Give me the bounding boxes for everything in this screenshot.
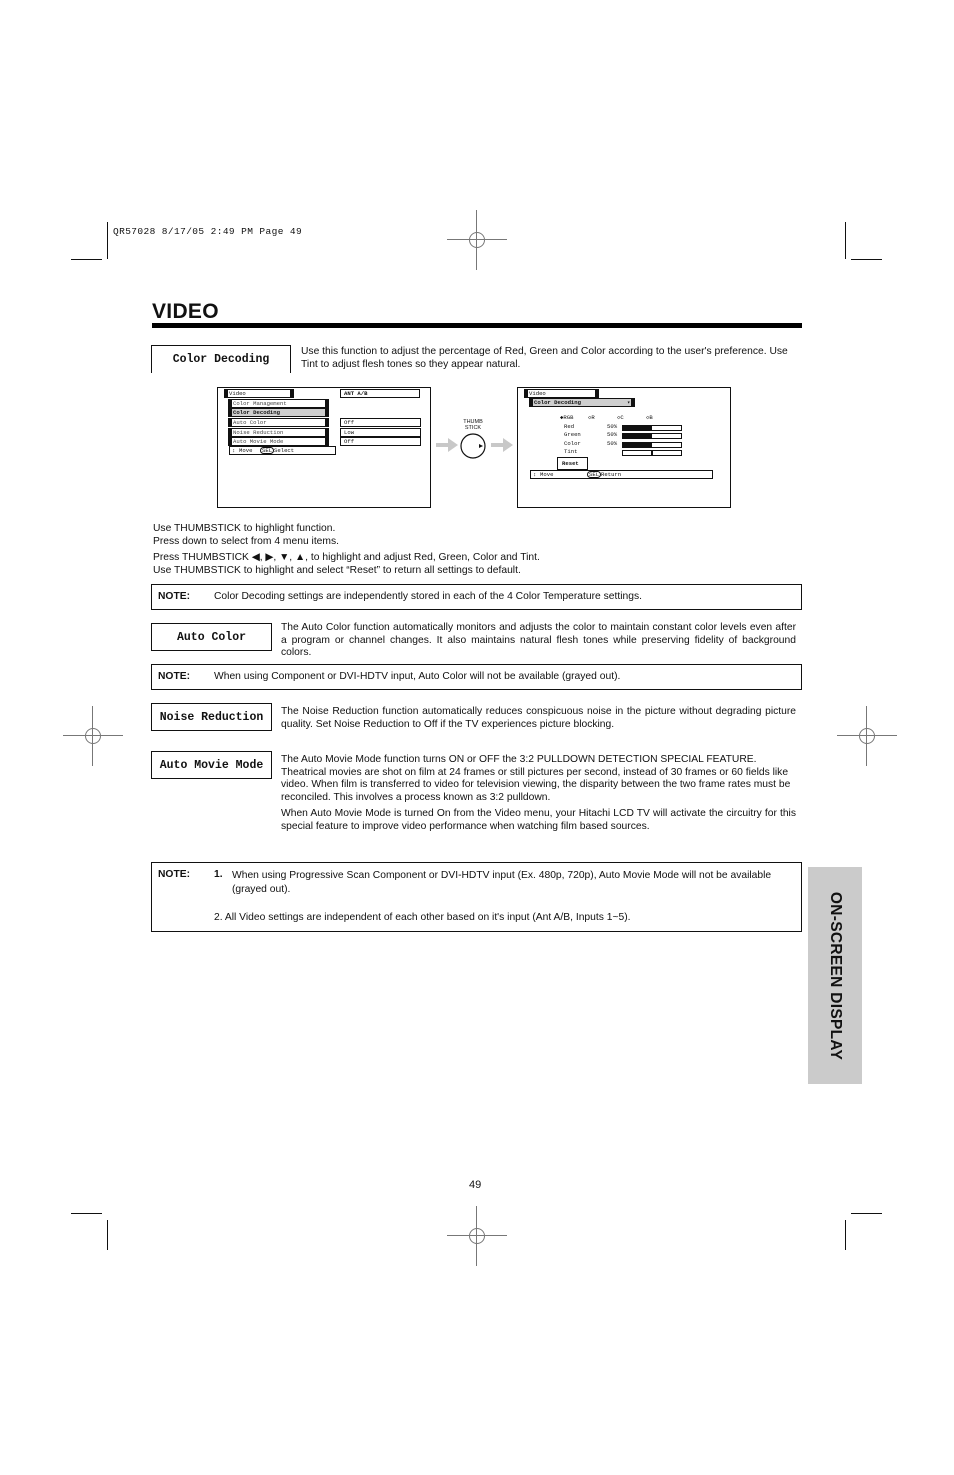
note-color-decoding: NOTE: Color Decoding settings are indepe… [151, 584, 802, 610]
instruction-line: Press THUMBSTICK ◀, ▶, ▼, ▲, to highligh… [153, 552, 540, 563]
crop-mark [107, 222, 108, 259]
registration-mark-icon [63, 706, 123, 766]
osd-color-decoding-menu: Video Color Decoding ▾ ◆RGB ◇R ◇C ◇B Red… [517, 387, 731, 508]
page-title: VIDEO [152, 300, 219, 323]
slider-label-green: Green [564, 431, 581, 438]
noise-reduction-description: The Noise Reduction function automatical… [281, 706, 796, 730]
osd-video-menu: Video ANT A/B Color Management Color Dec… [217, 387, 431, 508]
title-rule [152, 323, 802, 328]
auto-movie-mode-label: Auto Movie Mode [151, 751, 272, 779]
crop-mark [845, 222, 846, 259]
print-slug: QR57028 8/17/05 2:49 PM Page 49 [113, 226, 303, 237]
slider-label-color: Color [564, 440, 581, 447]
note-auto-movie-mode: NOTE: 1. When using Progressive Scan Com… [151, 862, 802, 932]
slider-green[interactable] [622, 433, 682, 439]
slider-tint[interactable] [622, 450, 682, 456]
arrow-right-icon [491, 438, 513, 452]
note-auto-color: NOTE: When using Component or DVI-HDTV i… [151, 664, 802, 690]
color-decoding-label: Color Decoding [151, 345, 291, 373]
dropdown-arrow-icon: ▾ [627, 399, 631, 406]
instruction-line: Use THUMBSTICK to highlight function. [153, 523, 336, 534]
mode-radio-c[interactable]: ◇C [617, 414, 624, 421]
slider-red[interactable] [622, 425, 682, 431]
instruction-line: Use THUMBSTICK to highlight and select “… [153, 565, 521, 576]
mode-radio-rgb[interactable]: ◆RGB [560, 414, 573, 421]
auto-color-description: The Auto Color function automatically mo… [281, 622, 796, 659]
osd-hint-bar: ↕ Move SEL Return [530, 470, 713, 479]
osd-menu-item[interactable]: Color Management [228, 399, 329, 408]
instruction-line: Press down to select from 4 menu items. [153, 536, 339, 547]
osd-value-noise-reduction: Low [340, 428, 421, 437]
crop-mark [851, 259, 882, 260]
registration-mark-icon [447, 1206, 507, 1266]
auto-movie-mode-description-2: When Auto Movie Mode is turned On from t… [281, 808, 796, 832]
page-number: 49 [469, 1179, 482, 1191]
arrow-right-icon [436, 438, 458, 452]
auto-color-label: Auto Color [151, 623, 272, 651]
up-down-arrow-icon: ↕ [533, 471, 537, 478]
osd-title: Video [224, 389, 294, 398]
registration-mark-icon [837, 706, 897, 766]
osd-value-auto-color: Off [340, 418, 421, 427]
slider-value-red: 50% [607, 423, 618, 430]
osd-input: ANT A/B [340, 389, 420, 398]
sel-button-icon: SEL [260, 447, 275, 454]
slider-value-color: 50% [607, 440, 618, 447]
osd-hint-bar: ↕ Move SEL Select [229, 446, 336, 455]
crop-mark [71, 1213, 102, 1214]
slider-label-tint: Tint [564, 448, 578, 455]
side-tab: ON-SCREEN DISPLAY [808, 867, 862, 1084]
thumbstick-label: THUMB STICK [463, 419, 483, 431]
slider-label-red: Red [564, 423, 575, 430]
sel-button-icon: SEL [587, 471, 602, 478]
mode-radio-r[interactable]: ◇R [588, 414, 595, 421]
osd-title: Video [524, 389, 599, 398]
osd-menu-item-selected[interactable]: Color Decoding [228, 408, 329, 417]
color-decoding-description: Use this function to adjust the percenta… [301, 346, 788, 370]
up-down-arrow-icon: ↕ [232, 447, 236, 454]
reset-button[interactable]: Reset [557, 457, 588, 470]
osd-menu-item[interactable]: Noise Reduction [228, 428, 329, 437]
slider-color[interactable] [622, 442, 682, 448]
mode-radio-b[interactable]: ◇B [646, 414, 653, 421]
noise-reduction-label: Noise Reduction [151, 703, 272, 731]
crop-mark [107, 1220, 108, 1250]
crop-mark [71, 259, 102, 260]
thumbstick-icon [460, 433, 486, 459]
slider-value-green: 50% [607, 431, 618, 438]
osd-submenu-title: Color Decoding ▾ [529, 398, 635, 407]
osd-menu-item[interactable]: Auto Color [228, 418, 329, 427]
osd-menu-item[interactable]: Auto Movie Mode [228, 437, 329, 446]
crop-mark [851, 1213, 882, 1214]
osd-value-auto-movie-mode: Off [340, 437, 421, 446]
crop-mark [845, 1220, 846, 1250]
auto-movie-mode-description: The Auto Movie Mode function turns ON or… [281, 754, 791, 803]
registration-mark-icon [447, 210, 507, 270]
